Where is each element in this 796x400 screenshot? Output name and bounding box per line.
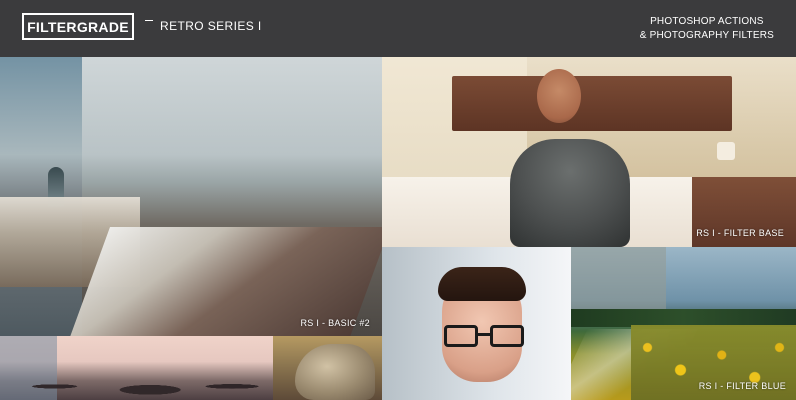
portrait-hair — [438, 267, 526, 301]
top-banner: FILTERGRADE RETRO SERIES I PHOTOSHOP ACT… — [0, 0, 796, 57]
photo-rocks — [273, 336, 382, 400]
bedroom-caption: RS I - FILTER BASE — [696, 228, 784, 238]
glasses-bridge — [478, 333, 490, 336]
right-lens — [490, 325, 524, 347]
photo-seascape — [0, 336, 273, 400]
series-title: RETRO SERIES I — [160, 19, 262, 33]
logo-text: FILTERGRADE — [27, 18, 129, 35]
left-lens — [444, 325, 478, 347]
lamp-icon — [717, 142, 735, 160]
tagline: PHOTOSHOP ACTIONS & PHOTOGRAPHY FILTERS — [640, 15, 774, 43]
tagline-line-1: PHOTOSHOP ACTIONS — [650, 16, 764, 27]
photo-city-rooftops: RS I - BASIC #2 — [0, 57, 382, 336]
filtergrade-logo[interactable]: FILTERGRADE — [22, 13, 134, 40]
glasses-icon — [444, 325, 524, 347]
sea-rocks — [0, 366, 273, 400]
person-head — [537, 69, 581, 123]
field-before-strip — [571, 247, 666, 317]
bed-headboard — [452, 76, 732, 131]
field-caption: RS I - FILTER BLUE — [698, 381, 786, 391]
title-separator — [145, 20, 153, 21]
city-caption: RS I - BASIC #2 — [300, 318, 370, 328]
photo-bedroom-man: RS I - FILTER BASE — [382, 57, 796, 247]
photo-portrait-glasses — [382, 247, 571, 400]
boulder — [295, 344, 375, 400]
photo-sunflower-field: RS I - FILTER BLUE — [571, 247, 796, 400]
tagline-line-2: & PHOTOGRAPHY FILTERS — [639, 30, 774, 41]
person-torso — [510, 139, 630, 247]
